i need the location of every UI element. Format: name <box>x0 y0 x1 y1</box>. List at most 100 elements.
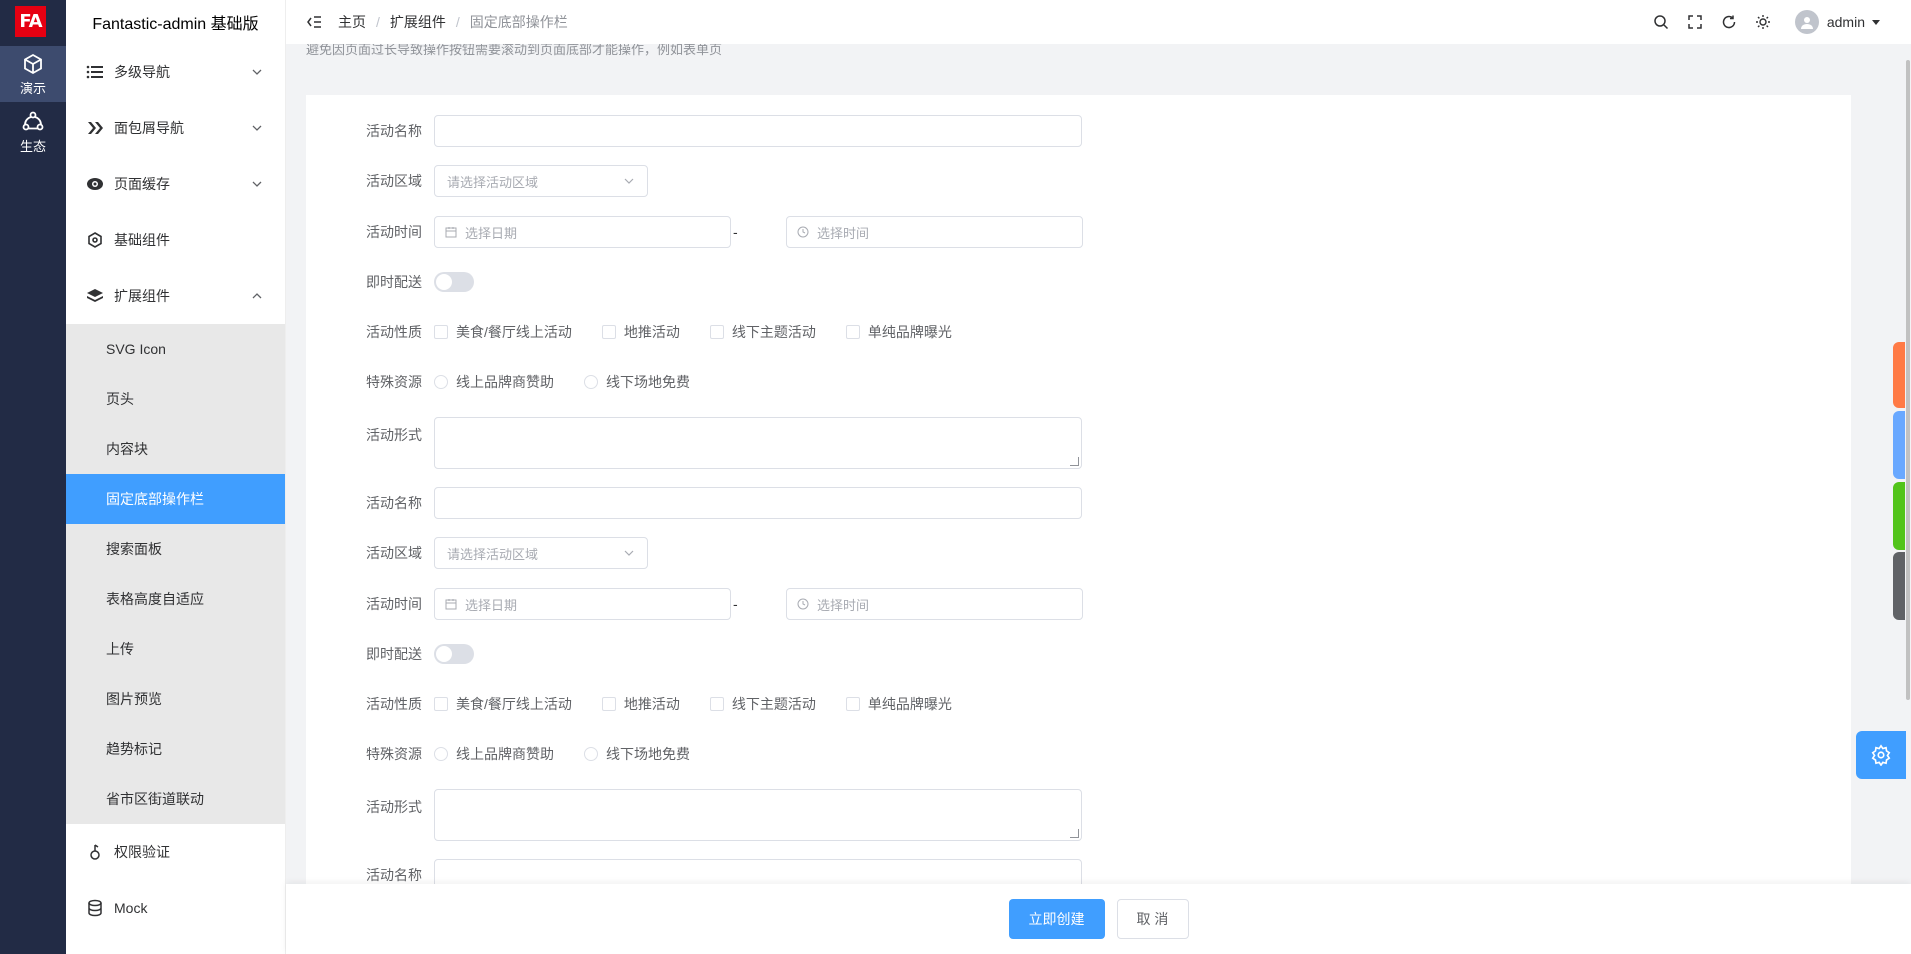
type-checkbox[interactable]: 美食/餐厅线上活动 <box>434 322 572 342</box>
search-icon[interactable] <box>1653 14 1669 30</box>
main-nav-ecosystem[interactable]: 生态 <box>0 104 66 160</box>
sidebar-item-permission[interactable]: 权限验证 <box>66 824 285 880</box>
collapse-sidebar-icon[interactable] <box>306 14 322 30</box>
resource-radio[interactable]: 线下场地免费 <box>584 744 690 764</box>
create-button[interactable]: 立即创建 <box>1008 899 1105 939</box>
form-row-delivery: 即时配送 <box>306 638 474 670</box>
cube-icon <box>24 53 42 74</box>
form-row-time: 活动时间 选择日期 - 选择时间 <box>306 588 1083 620</box>
activity-region-select[interactable]: 请选择活动区域 <box>434 537 648 569</box>
cancel-button[interactable]: 取 消 <box>1116 899 1189 939</box>
main-nav-demo[interactable]: 演示 <box>0 46 66 102</box>
date-picker[interactable]: 选择日期 <box>434 216 731 248</box>
submenu-item-upload[interactable]: 上传 <box>66 624 285 674</box>
database-icon <box>86 899 104 917</box>
form-label: 活动名称 <box>366 867 422 883</box>
resource-radio[interactable]: 线下场地免费 <box>584 372 690 392</box>
date-placeholder: 选择日期 <box>465 597 518 613</box>
date-picker[interactable]: 选择日期 <box>434 588 731 620</box>
type-checkbox[interactable]: 地推活动 <box>601 694 680 714</box>
list-icon <box>86 63 104 81</box>
sidebar-item-page-cache[interactable]: 页面缓存 <box>66 156 285 212</box>
resource-radio[interactable]: 线上品牌商赞助 <box>434 372 554 392</box>
theme-sun-icon[interactable] <box>1755 14 1771 30</box>
submenu-item-trend[interactable]: 趋势标记 <box>66 724 285 774</box>
form-row-name: 活动名称 <box>306 115 1082 147</box>
form-label: 特殊资源 <box>366 374 422 390</box>
breadcrumb-icon <box>86 119 104 137</box>
submenu-item-image-preview[interactable]: 图片预览 <box>66 674 285 724</box>
activity-name-input[interactable] <box>434 487 1082 519</box>
form-row-type: 活动性质 美食/餐厅线上活动 地推活动 线下主题活动 单纯品牌曝光 <box>306 316 982 348</box>
form-row-region: 活动区域 请选择活动区域 <box>306 165 648 197</box>
resource-radio[interactable]: 线上品牌商赞助 <box>434 744 554 764</box>
settings-button[interactable] <box>1856 731 1906 779</box>
time-placeholder: 选择时间 <box>817 597 870 613</box>
topbar: 主页 / 扩展组件 / 固定底部操作栏 admin <box>286 0 1911 44</box>
time-picker[interactable]: 选择时间 <box>786 588 1083 620</box>
activity-region-select[interactable]: 请选择活动区域 <box>434 165 648 197</box>
chevron-down-icon <box>252 69 262 75</box>
avatar[interactable] <box>1794 10 1819 34</box>
type-checkbox[interactable]: 单纯品牌曝光 <box>845 322 952 342</box>
sidebar-item-label: 扩展组件 <box>114 288 170 304</box>
main-nav-label: 生态 <box>19 138 46 154</box>
type-checkbox[interactable]: 地推活动 <box>601 322 680 342</box>
activity-form-textarea[interactable] <box>434 789 1082 841</box>
caret-down-icon[interactable] <box>1871 17 1881 27</box>
refresh-icon[interactable] <box>1721 14 1737 30</box>
page-description: 避免因页面过长导致操作按钮需要滚动到页面底部才能操作，例如表单页 <box>306 44 723 57</box>
time-picker[interactable]: 选择时间 <box>786 216 1083 248</box>
submenu-item-region-cascader[interactable]: 省市区街道联动 <box>66 774 285 824</box>
submenu-item-svg-icon[interactable]: SVG Icon <box>66 324 285 374</box>
submenu-item-search-panel[interactable]: 搜索面板 <box>66 524 285 574</box>
breadcrumb: 主页 / 扩展组件 / 固定底部操作栏 <box>338 12 568 32</box>
sidebar-item-label: 基础组件 <box>114 232 170 248</box>
form-row-type: 活动性质 美食/餐厅线上活动 地推活动 线下主题活动 单纯品牌曝光 <box>306 688 982 720</box>
theme-tab-orange[interactable] <box>1893 342 1905 408</box>
sidebar-item-label: Mock <box>114 900 148 916</box>
breadcrumb-item-home[interactable]: 主页 <box>338 12 366 32</box>
form-row-resource: 特殊资源 线上品牌商赞助 线下场地免费 <box>306 738 720 770</box>
type-checkbox[interactable]: 单纯品牌曝光 <box>845 694 952 714</box>
submenu-item-page-header[interactable]: 页头 <box>66 374 285 424</box>
theme-tab-green[interactable] <box>1893 482 1905 550</box>
type-checkbox[interactable]: 美食/餐厅线上活动 <box>434 694 572 714</box>
activity-name-input[interactable] <box>434 115 1082 147</box>
delivery-switch[interactable] <box>434 644 474 664</box>
sidebar-item-basic-components[interactable]: 基础组件 <box>66 212 285 268</box>
breadcrumb-item-extended[interactable]: 扩展组件 <box>390 12 446 32</box>
sidebar-item-label: 多级导航 <box>114 64 170 80</box>
sidebar-item-breadcrumb-nav[interactable]: 面包屑导航 <box>66 100 285 156</box>
form-row-delivery: 即时配送 <box>306 266 474 298</box>
user-name[interactable]: admin <box>1827 14 1865 30</box>
main-sidebar: FA 演示 生态 <box>0 0 66 954</box>
type-checkbox[interactable]: 线下主题活动 <box>709 694 816 714</box>
chevron-down-icon <box>624 178 634 184</box>
theme-tab-blue[interactable] <box>1893 411 1905 479</box>
permission-icon <box>86 843 104 861</box>
submenu-item-content-block[interactable]: 内容块 <box>66 424 285 474</box>
submenu-item-table-autoheight[interactable]: 表格高度自适应 <box>66 574 285 624</box>
layers-icon <box>86 287 104 305</box>
scrollbar[interactable] <box>1906 60 1910 700</box>
fullscreen-icon[interactable] <box>1687 14 1703 30</box>
type-checkbox[interactable]: 线下主题活动 <box>709 322 816 342</box>
theme-tab-gray[interactable] <box>1893 552 1905 620</box>
sidebar-item-extended-components[interactable]: 扩展组件 <box>66 268 285 324</box>
form-card: 活动名称 活动区域 请选择活动区域 活动时间 选择日期 - 选择时间 即时配送 … <box>306 95 1851 895</box>
sidebar-item-multilevel-nav[interactable]: 多级导航 <box>66 44 285 100</box>
cache-icon <box>86 175 104 193</box>
range-separator: - <box>733 596 738 612</box>
sidebar-item-label: 权限验证 <box>114 844 170 860</box>
submenu-item-fixed-action-bar[interactable]: 固定底部操作栏 <box>66 474 285 524</box>
form-label: 即时配送 <box>366 646 422 662</box>
app-logo[interactable]: FA <box>15 6 46 37</box>
submenu-extended-components: SVG Icon 页头 内容块 固定底部操作栏 搜索面板 表格高度自适应 上传 … <box>66 324 285 824</box>
form-label: 活动性质 <box>366 696 422 712</box>
select-placeholder: 请选择活动区域 <box>447 174 539 190</box>
form-label: 活动形式 <box>366 427 422 443</box>
delivery-switch[interactable] <box>434 272 474 292</box>
activity-form-textarea[interactable] <box>434 417 1082 469</box>
sidebar-item-mock[interactable]: Mock <box>66 880 285 936</box>
